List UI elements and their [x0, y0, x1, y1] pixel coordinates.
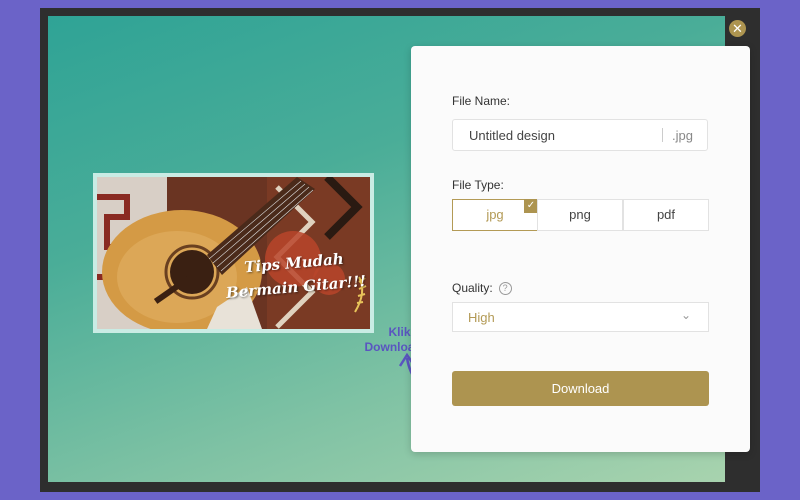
file-type-selector: jpg ✓ png pdf	[452, 199, 709, 231]
quality-value: High	[468, 310, 495, 325]
file-name-extension: .jpg	[672, 128, 693, 143]
download-panel: File Name: Untitled design .jpg File Typ…	[411, 46, 750, 452]
quality-select[interactable]: High ⌄	[452, 302, 709, 332]
file-name-label: File Name:	[452, 94, 511, 108]
check-icon: ✓	[524, 199, 538, 213]
help-icon[interactable]: ?	[498, 282, 512, 295]
quality-label-row: Quality:?	[452, 281, 512, 295]
file-type-png[interactable]: png	[537, 199, 623, 231]
download-button[interactable]: Download	[452, 371, 709, 406]
file-type-png-label: png	[569, 207, 591, 222]
file-type-pdf-label: pdf	[656, 207, 676, 222]
design-thumbnail: Tips Mudah Bermain Gitar!!!	[93, 173, 374, 333]
file-type-label: File Type:	[452, 178, 504, 192]
file-type-pdf[interactable]: pdf	[623, 199, 709, 231]
quality-label: Quality:	[452, 281, 493, 295]
chevron-down-icon: ⌄	[680, 308, 691, 322]
file-name-value: Untitled design	[469, 128, 555, 143]
file-name-divider	[662, 128, 663, 142]
file-type-jpg[interactable]: jpg ✓	[452, 199, 538, 231]
file-type-jpg-label: jpg	[486, 207, 504, 222]
file-name-input[interactable]: Untitled design .jpg	[452, 119, 708, 151]
close-icon: ✕	[732, 21, 743, 36]
close-button[interactable]: ✕	[729, 20, 746, 37]
